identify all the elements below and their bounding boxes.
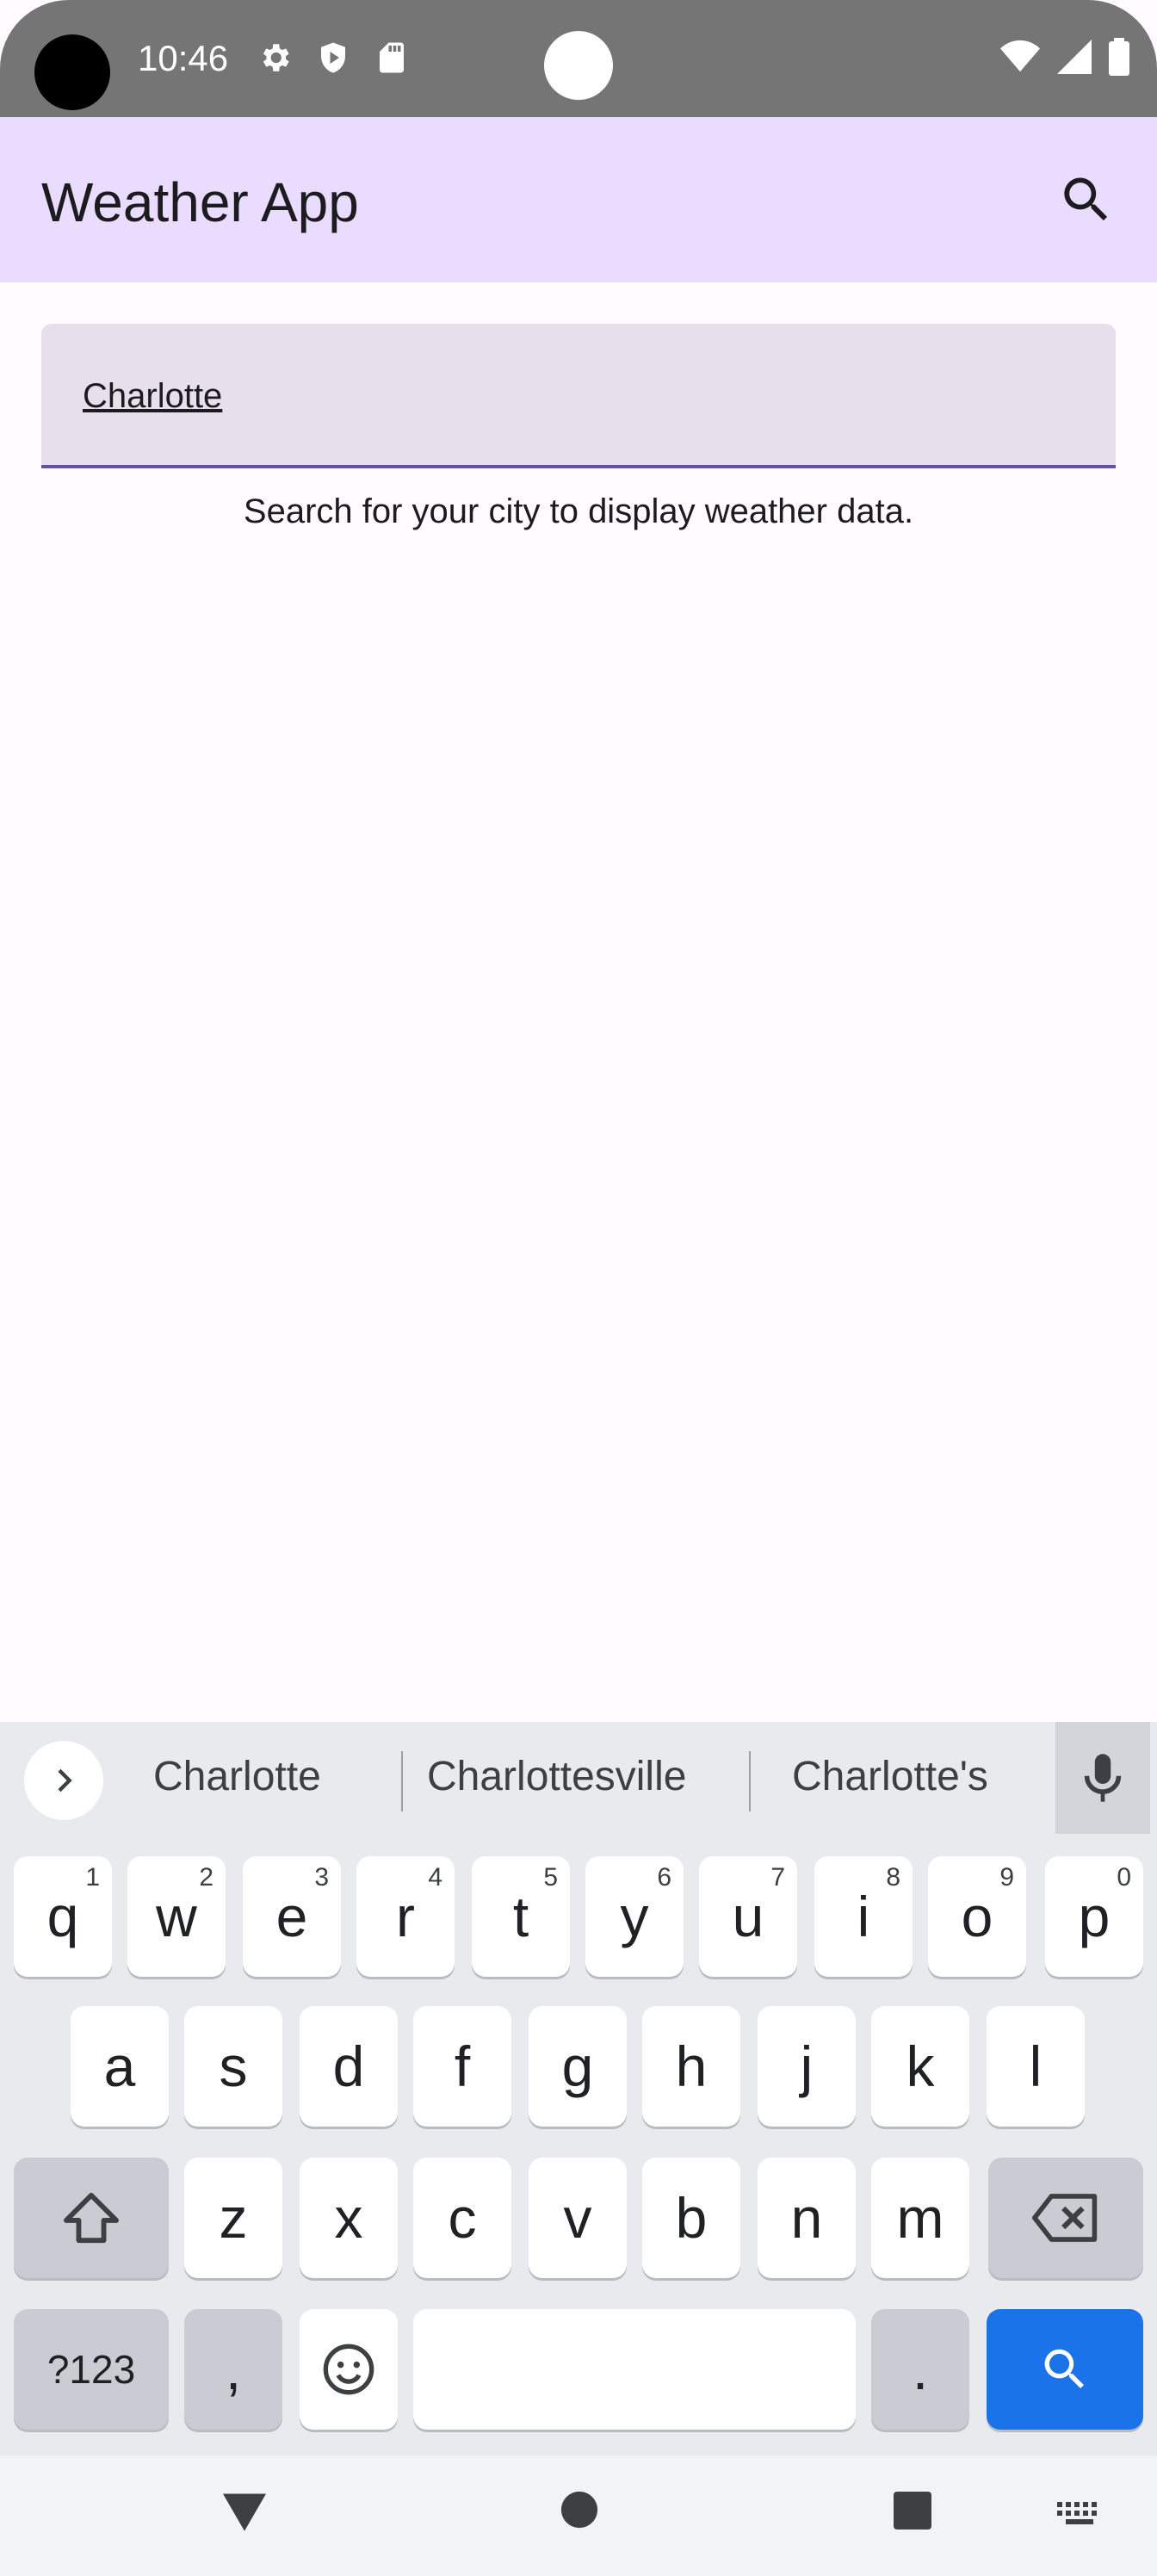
key-hint: 3	[314, 1863, 329, 1892]
key-label: r	[396, 1885, 415, 1948]
key-hint: 8	[886, 1863, 900, 1892]
key-j[interactable]: j	[758, 2006, 856, 2127]
key-hint: 4	[428, 1863, 442, 1892]
suggestion-bar: Charlotte Charlottesville Charlotte's	[0, 1722, 1157, 1839]
emoji-icon[interactable]	[300, 2309, 398, 2430]
key-hint: 0	[1117, 1863, 1131, 1892]
search-icon[interactable]	[1057, 170, 1116, 229]
status-time: 10:46	[138, 38, 229, 78]
key-hint: 9	[999, 1863, 1014, 1892]
key-l[interactable]: l	[987, 2006, 1085, 2127]
wifi-icon	[1000, 40, 1040, 78]
key-o[interactable]: o9	[928, 1856, 1026, 1977]
app-bar: Weather App	[0, 117, 1157, 282]
period-key[interactable]: .	[871, 2309, 969, 2430]
status-bar: 10:46	[0, 0, 1157, 117]
key-label: q	[46, 1885, 79, 1948]
backspace-icon[interactable]	[988, 2158, 1143, 2278]
shield-icon	[315, 40, 351, 76]
key-hint: 2	[199, 1863, 213, 1892]
navigation-bar	[0, 2455, 1157, 2576]
key-b[interactable]: b	[642, 2158, 740, 2278]
key-r[interactable]: r4	[356, 1856, 455, 1977]
key-label: y	[620, 1885, 649, 1948]
key-u[interactable]: u7	[699, 1856, 797, 1977]
shift-icon[interactable]	[14, 2158, 169, 2278]
key-w[interactable]: w2	[127, 1856, 226, 1977]
key-s[interactable]: s	[184, 2006, 282, 2127]
keyboard-switch-icon[interactable]	[1057, 2502, 1102, 2532]
key-label: p	[1078, 1885, 1111, 1948]
key-hint: 6	[657, 1863, 671, 1892]
app-title: Weather App	[41, 171, 359, 233]
suggestion-divider	[749, 1751, 751, 1811]
recents-square-icon[interactable]	[892, 2490, 933, 2536]
key-t[interactable]: t5	[472, 1856, 570, 1977]
key-m[interactable]: m	[871, 2158, 969, 2278]
symbols-label: ?123	[46, 2347, 136, 2392]
key-hint: 1	[85, 1863, 100, 1892]
home-circle-icon[interactable]	[560, 2490, 599, 2534]
key-d[interactable]: d	[300, 2006, 398, 2127]
key-h[interactable]: h	[642, 2006, 740, 2127]
key-label: u	[732, 1885, 764, 1948]
key-x[interactable]: x	[300, 2158, 398, 2278]
key-p[interactable]: p0	[1045, 1856, 1143, 1977]
key-label: t	[512, 1885, 529, 1948]
gear-icon	[257, 40, 293, 76]
key-z[interactable]: z	[184, 2158, 282, 2278]
key-c[interactable]: c	[413, 2158, 511, 2278]
key-label: o	[961, 1885, 993, 1948]
key-a[interactable]: a	[71, 2006, 169, 2127]
comma-key[interactable]: ,	[184, 2309, 282, 2430]
sd-card-icon	[374, 40, 410, 76]
suggestion-divider	[401, 1751, 403, 1811]
key-e[interactable]: e3	[243, 1856, 341, 1977]
key-label: i	[857, 1885, 870, 1948]
suggestion-2[interactable]: Charlottesville	[427, 1753, 686, 1800]
key-q[interactable]: q1	[14, 1856, 112, 1977]
suggestion-3[interactable]: Charlotte's	[792, 1753, 988, 1800]
microphone-icon[interactable]	[1055, 1722, 1150, 1834]
screen: 10:46 Weather App Charlotte Search for y…	[0, 0, 1157, 2576]
key-f[interactable]: f	[413, 2006, 511, 2127]
key-label: w	[156, 1885, 197, 1948]
key-y[interactable]: y6	[585, 1856, 684, 1977]
space-bar[interactable]	[413, 2309, 856, 2430]
key-hint: 5	[543, 1863, 558, 1892]
city-search-field[interactable]: Charlotte	[41, 324, 1116, 468]
symbols-key[interactable]: ?123	[14, 2309, 169, 2430]
chevron-right-icon[interactable]	[24, 1741, 103, 1820]
key-k[interactable]: k	[871, 2006, 969, 2127]
signal-icon	[1057, 40, 1092, 78]
back-triangle-icon[interactable]	[220, 2490, 269, 2537]
key-hint: 7	[770, 1863, 785, 1892]
camera-cutout	[34, 34, 110, 110]
status-icons-right	[1000, 38, 1129, 80]
suggestion-1[interactable]: Charlotte	[153, 1753, 321, 1800]
key-i[interactable]: i8	[814, 1856, 913, 1977]
key-g[interactable]: g	[529, 2006, 627, 2127]
search-hint: Search for your city to display weather …	[243, 492, 914, 530]
camera-dot	[544, 31, 613, 100]
key-label: e	[275, 1885, 308, 1948]
status-icons-left	[257, 40, 410, 76]
key-n[interactable]: n	[758, 2158, 856, 2278]
city-search-input[interactable]: Charlotte	[83, 377, 222, 416]
soft-keyboard: Charlotte Charlottesville Charlotte's q1…	[0, 1722, 1157, 2455]
battery-icon	[1109, 38, 1129, 80]
search-action-icon[interactable]	[987, 2309, 1143, 2430]
key-v[interactable]: v	[529, 2158, 627, 2278]
